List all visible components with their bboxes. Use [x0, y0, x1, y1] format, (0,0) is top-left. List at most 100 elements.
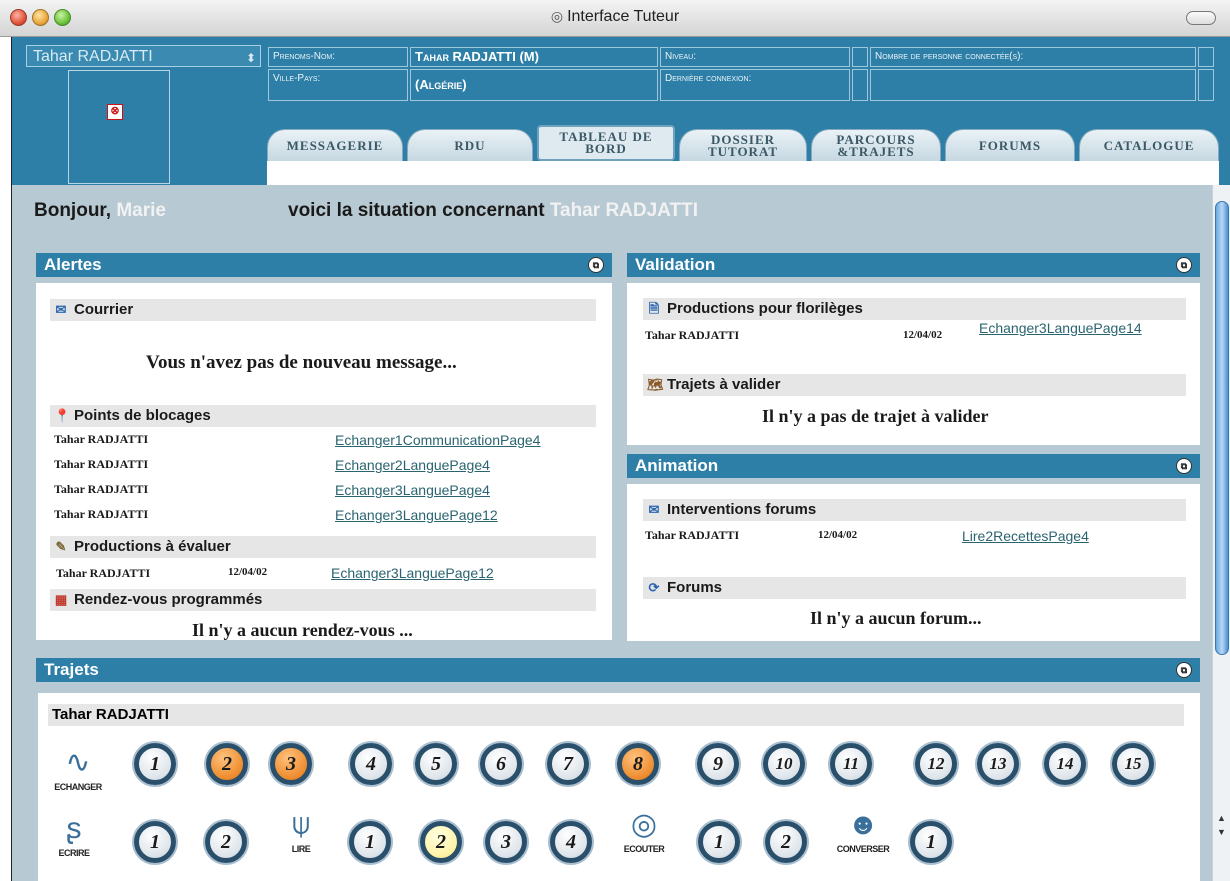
- greeting-situation: voici la situation concernant Tahar RADJ…: [288, 200, 698, 222]
- trajet-step-badge[interactable]: 13: [977, 743, 1019, 785]
- florileges-header: 🗎 Productions pour florilèges: [643, 298, 1186, 320]
- trajet-step-badge[interactable]: 1: [349, 821, 391, 863]
- courrier-title: Courrier: [74, 301, 134, 318]
- trajets-student-name: Tahar RADJATTI: [48, 704, 1184, 726]
- converser-icon: ☻: [847, 808, 879, 841]
- alertes-header: Alertes ⧉: [36, 253, 612, 277]
- collapse-icon[interactable]: ⧉: [1176, 458, 1192, 474]
- ecouter-icon: ◎: [630, 808, 658, 841]
- label-niveau: Niveau:: [660, 47, 850, 67]
- tab-tableau-de-bord[interactable]: TABLEAU DE BORD: [537, 125, 675, 161]
- trajet-step-badge[interactable]: 11: [830, 743, 872, 785]
- blocage-row-link[interactable]: Echanger3LanguePage4: [335, 482, 490, 498]
- greeting-student-name: Tahar RADJATTI: [549, 200, 698, 221]
- window-titlebar: ◎ Interface Tuteur: [0, 0, 1230, 37]
- blocages-title: Points de blocages: [74, 407, 211, 424]
- trajet-step-badge[interactable]: 1: [134, 821, 176, 863]
- trajet-step-badge[interactable]: 1: [698, 821, 740, 863]
- production-row-date: 12/04/02: [228, 566, 268, 578]
- blocage-row-name: Tahar RADJATTI: [54, 507, 149, 521]
- trajet-step-badge[interactable]: 2: [205, 821, 247, 863]
- blocage-row-link[interactable]: Echanger2LanguePage4: [335, 457, 490, 473]
- validation-header: Validation ⧉: [627, 253, 1200, 277]
- tab-forums[interactable]: FORUMS: [945, 129, 1075, 161]
- skill-converser[interactable]: ☻ CONVERSER: [830, 808, 896, 854]
- trajet-step-badge[interactable]: 5: [415, 743, 457, 785]
- courrier-header: ✉ Courrier: [50, 299, 596, 321]
- corner-marker: [1222, 178, 1230, 184]
- trajet-step-badge[interactable]: 4: [350, 743, 392, 785]
- collapse-icon[interactable]: ⧉: [588, 257, 604, 273]
- refresh-icon: ⟳: [648, 580, 660, 595]
- trajet-step-badge[interactable]: 8: [617, 743, 659, 785]
- tab-messagerie[interactable]: MESSAGERIE: [267, 129, 403, 161]
- collapse-icon[interactable]: ⧉: [1176, 257, 1192, 273]
- trajet-step-badge[interactable]: 1: [910, 821, 952, 863]
- scrollbar-thumb[interactable]: [1215, 201, 1229, 655]
- forum-icon: ✉: [648, 502, 660, 517]
- toolbar-toggle-button[interactable]: [1186, 11, 1216, 25]
- trajet-step-badge[interactable]: 4: [550, 821, 592, 863]
- lire-icon: ⍦: [292, 808, 310, 841]
- trajet-step-badge[interactable]: 2: [765, 821, 807, 863]
- skill-ecrire-label: ECRIRE: [58, 848, 90, 858]
- label-derniere-connexion: Dernière connexion:: [660, 69, 850, 101]
- info-empty-cell: [870, 69, 1196, 101]
- value-nombre-connectees: [1198, 47, 1214, 67]
- trajet-step-badge[interactable]: 3: [485, 821, 527, 863]
- student-select[interactable]: Tahar RADJATTI ⬍: [26, 45, 261, 67]
- interventions-header: ✉ Interventions forums: [643, 499, 1186, 521]
- blocage-row-link[interactable]: Echanger1CommunicationPage4: [335, 432, 540, 448]
- trajet-step-badge[interactable]: 14: [1044, 743, 1086, 785]
- greeting-tutor-name: Marie: [116, 200, 166, 221]
- mail-icon: ✉: [55, 302, 67, 317]
- trajet-step-badge[interactable]: 10: [763, 743, 805, 785]
- student-select-value: Tahar RADJATTI: [33, 48, 153, 65]
- trajets-valider-header: 🗺 Trajets à valider: [643, 374, 1186, 396]
- vertical-scrollbar[interactable]: ▲ ▼: [1212, 185, 1230, 881]
- collapse-icon[interactable]: ⧉: [1176, 662, 1192, 678]
- skill-ecouter[interactable]: ◎ ECOUTER: [616, 808, 672, 854]
- blocage-row-name: Tahar RADJATTI: [54, 482, 149, 496]
- trajet-step-badge[interactable]: 15: [1112, 743, 1154, 785]
- trajet-step-badge[interactable]: 2: [420, 821, 462, 863]
- skill-echanger[interactable]: ∿ ECHANGER: [52, 746, 104, 792]
- blocage-row-link[interactable]: Echanger3LanguePage12: [335, 507, 498, 523]
- student-photo: ⊗: [68, 70, 170, 184]
- skill-lire[interactable]: ⍦ LIRE: [276, 808, 326, 854]
- app-icon: ◎: [550, 8, 564, 24]
- production-row-link[interactable]: Echanger3LanguePage12: [331, 565, 494, 581]
- tab-parcours-trajets[interactable]: PARCOURS &TRAJETS: [811, 129, 941, 161]
- broken-image-icon: ⊗: [107, 104, 123, 120]
- trajet-step-badge[interactable]: 1: [134, 743, 176, 785]
- trajet-step-badge[interactable]: 7: [547, 743, 589, 785]
- forums-title: Forums: [667, 579, 723, 596]
- intervention-row-link[interactable]: Lire2RecettesPage4: [962, 528, 1089, 544]
- rendezvous-title: Rendez-vous programmés: [74, 591, 263, 608]
- tab-dossier-tutorat[interactable]: DOSSIER TUTORAT: [679, 129, 807, 161]
- trajet-step-badge[interactable]: 3: [270, 743, 312, 785]
- echanger-icon: ∿: [65, 746, 91, 779]
- trajet-step-badge[interactable]: 6: [480, 743, 522, 785]
- florilege-row-link[interactable]: Echanger3LanguePage14: [979, 320, 1142, 336]
- trajet-step-badge[interactable]: 12: [915, 743, 957, 785]
- trajet-step-badge[interactable]: 2: [206, 743, 248, 785]
- productions-title: Productions à évaluer: [74, 538, 231, 555]
- value-derniere-connexion: [852, 69, 868, 101]
- intervention-row-date: 12/04/02: [818, 529, 858, 541]
- tab-catalogue[interactable]: CATALOGUE: [1079, 129, 1219, 161]
- check-pencil-icon: ✎: [55, 539, 67, 554]
- trajet-step-badge[interactable]: 9: [697, 743, 739, 785]
- tab-rdu[interactable]: RDU: [407, 129, 533, 161]
- animation-header: Animation ⧉: [627, 454, 1200, 478]
- florilege-row-date: 12/04/02: [903, 329, 943, 341]
- skill-ecouter-label: ECOUTER: [623, 844, 665, 854]
- main-tabs: MESSAGERIE RDU TABLEAU DE BORD DOSSIER T…: [267, 125, 1219, 161]
- value-ville-pays: (Algérie): [410, 69, 658, 101]
- scroll-down-arrow-icon[interactable]: ▼: [1217, 827, 1226, 837]
- scroll-up-arrow-icon[interactable]: ▲: [1217, 813, 1226, 823]
- rendezvous-message: Il n'y a aucun rendez-vous ...: [192, 620, 413, 640]
- production-row-name: Tahar RADJATTI: [56, 566, 151, 580]
- skill-ecrire[interactable]: ʂ ECRIRE: [50, 812, 98, 858]
- forums-header: ⟳ Forums: [643, 577, 1186, 599]
